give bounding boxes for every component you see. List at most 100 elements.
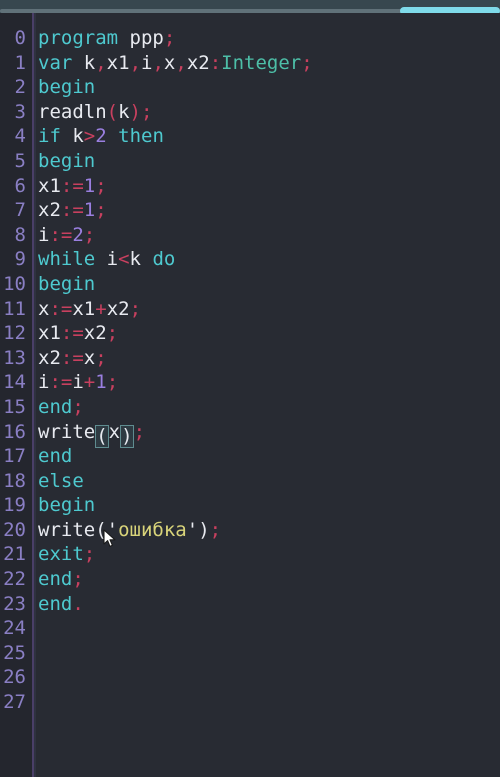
line-number: 23 xyxy=(3,592,26,615)
code-text[interactable]: begin xyxy=(38,272,95,297)
code-text[interactable]: else xyxy=(38,469,84,494)
code-lines-container[interactable]: 0 program ppp; 1 var k,x1,i,x,x2:Integer; 2 b… xyxy=(0,26,500,715)
token-paren: ) xyxy=(198,518,210,541)
code-line[interactable]: 6 x1:=1; xyxy=(0,174,500,199)
code-text[interactable]: x2:=1; xyxy=(38,198,107,223)
token-kw: do xyxy=(152,248,176,271)
token-quote: ' xyxy=(186,518,199,541)
code-text[interactable]: begin xyxy=(38,493,95,518)
line-number: 21 xyxy=(3,543,26,566)
code-text[interactable]: exit; xyxy=(38,542,95,567)
token-kw: while xyxy=(38,248,96,271)
code-text[interactable]: i:=i+1; xyxy=(38,370,118,395)
token-num: 2 xyxy=(72,223,84,246)
code-text[interactable]: while i<k do xyxy=(38,247,175,272)
line-number: 26 xyxy=(3,666,26,689)
code-line[interactable]: 16 write(x); xyxy=(0,420,500,448)
token-op: + xyxy=(95,297,107,320)
code-text[interactable]: write('ошибка'); xyxy=(38,518,221,543)
code-line[interactable]: 0 program ppp; xyxy=(0,26,500,51)
code-text[interactable]: x:=x1+x2; xyxy=(38,297,141,322)
code-line[interactable]: 26 xyxy=(0,665,500,690)
code-line[interactable]: 19 begin xyxy=(0,493,500,518)
token-id: x xyxy=(83,346,96,369)
token-punc: ; xyxy=(95,174,107,197)
token-id: x2 xyxy=(106,297,130,320)
code-text[interactable]: end; xyxy=(38,567,84,592)
token-punc: ; xyxy=(301,51,313,74)
code-line[interactable]: 10 begin xyxy=(0,272,500,297)
code-text[interactable]: x1:=1; xyxy=(38,174,107,199)
token-type: Integer xyxy=(221,51,302,74)
code-text[interactable]: begin xyxy=(38,149,95,174)
code-line[interactable]: 18 else xyxy=(0,469,500,494)
code-line[interactable]: 12 x1:=x2; xyxy=(0,321,500,346)
line-number: 16 xyxy=(3,420,26,443)
line-number: 15 xyxy=(3,395,26,418)
code-line[interactable]: 1 var k,x1,i,x,x2:Integer; xyxy=(0,51,500,76)
token-punc: ; xyxy=(72,568,84,591)
line-number: 4 xyxy=(14,125,26,148)
code-line[interactable]: 14 i:=i+1; xyxy=(0,370,500,395)
code-line[interactable]: 20 write('ошибка'); xyxy=(0,518,500,543)
token-id: x1 xyxy=(72,297,96,320)
line-number: 25 xyxy=(3,641,26,664)
line-number: 24 xyxy=(3,617,26,640)
token-id: x xyxy=(163,51,176,74)
line-number: 3 xyxy=(14,100,26,123)
token-kw: begin xyxy=(38,149,96,172)
token-id: x2 xyxy=(83,322,107,345)
code-text[interactable]: end xyxy=(38,444,72,469)
line-number: 17 xyxy=(3,445,26,468)
line-number: 2 xyxy=(14,76,26,99)
token-kw: program xyxy=(38,27,119,49)
code-line[interactable]: 7 x2:=1; xyxy=(0,198,500,223)
line-number: 18 xyxy=(3,469,26,492)
code-line[interactable]: 15 end; xyxy=(0,395,500,420)
code-line[interactable]: 27 xyxy=(0,690,500,715)
code-text[interactable]: var k,x1,i,x,x2:Integer; xyxy=(38,51,313,76)
token-str: ошибка xyxy=(118,518,187,541)
code-line[interactable]: 8 i:=2; xyxy=(0,223,500,248)
token-punc: ; xyxy=(163,27,176,49)
code-line[interactable]: 25 xyxy=(0,641,500,666)
token-punc: ; xyxy=(72,395,84,418)
code-line[interactable]: 11 x:=x1+x2; xyxy=(0,297,500,322)
code-line[interactable]: 17 end xyxy=(0,444,500,469)
token-id: i xyxy=(38,223,50,246)
code-text[interactable]: if k>2 then xyxy=(38,124,164,149)
code-line[interactable]: 22 end; xyxy=(0,567,500,592)
code-text[interactable]: end; xyxy=(38,395,84,420)
code-text[interactable]: readln(k); xyxy=(38,100,152,125)
code-line[interactable]: 13 x2:=x; xyxy=(0,346,500,371)
token-punc: , xyxy=(129,51,142,74)
code-text[interactable]: x1:=x2; xyxy=(38,321,118,346)
token-punc: ; xyxy=(106,371,119,394)
token-id: i xyxy=(38,371,50,394)
code-line[interactable]: 9 while i<k do xyxy=(0,247,500,272)
code-text[interactable]: end. xyxy=(38,592,84,617)
code-line[interactable]: 3 readln(k); xyxy=(0,100,500,125)
token-punc: ; xyxy=(129,297,142,320)
line-number: 14 xyxy=(3,371,26,394)
code-line[interactable]: 5 begin xyxy=(0,149,500,174)
code-line[interactable]: 2 begin xyxy=(0,75,500,100)
line-number: 5 xyxy=(14,149,26,172)
token-punc: ; xyxy=(95,199,107,222)
token-id: k xyxy=(60,125,84,148)
token-kw: if xyxy=(38,125,61,148)
top-bar xyxy=(0,0,500,15)
token-id: i xyxy=(72,371,84,394)
token-id: ppp xyxy=(129,27,164,49)
code-text[interactable]: program ppp; xyxy=(38,26,175,51)
line-number: 1 xyxy=(14,51,26,74)
token-kw: end xyxy=(38,445,73,468)
code-line[interactable]: 23 end. xyxy=(0,592,500,617)
code-text[interactable]: i:=2; xyxy=(38,223,95,248)
code-text[interactable]: begin xyxy=(38,75,95,100)
code-line[interactable]: 21 exit; xyxy=(0,542,500,567)
code-text[interactable]: x2:=x; xyxy=(38,346,107,371)
code-line[interactable]: 4 if k>2 then xyxy=(0,124,500,149)
code-line[interactable]: 24 xyxy=(0,616,500,641)
token-id: k xyxy=(72,51,96,74)
